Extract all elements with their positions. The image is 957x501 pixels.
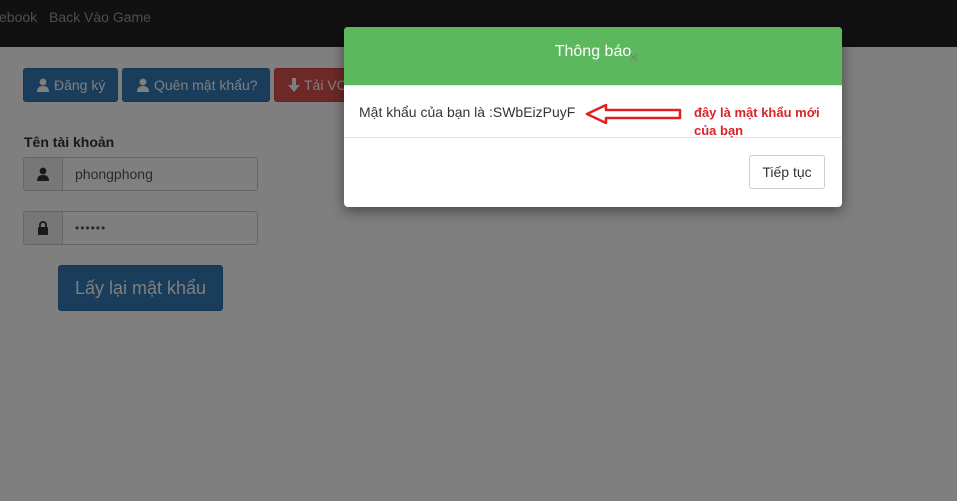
annotation-line-1: đây là mật khẩu mới bbox=[694, 105, 820, 120]
notification-modal: Thông báo × Mật khẩu của bạn là :SWbEizP… bbox=[344, 27, 842, 207]
close-icon[interactable]: × bbox=[629, 49, 639, 66]
continue-button[interactable]: Tiếp tục bbox=[749, 155, 825, 189]
modal-title: Thông báo bbox=[554, 43, 632, 60]
annotation-text: đây là mật khẩu mới của bạn bbox=[694, 104, 842, 140]
annotation-line-2: của bạn bbox=[694, 123, 744, 138]
modal-body: Mật khẩu của bạn là :SWbEizPuyF đây là m… bbox=[344, 86, 842, 138]
new-password-message: Mật khẩu của bạn là :SWbEizPuyF bbox=[359, 104, 576, 120]
red-arrow-left-icon bbox=[585, 103, 682, 125]
modal-header: Thông báo × bbox=[344, 27, 842, 86]
